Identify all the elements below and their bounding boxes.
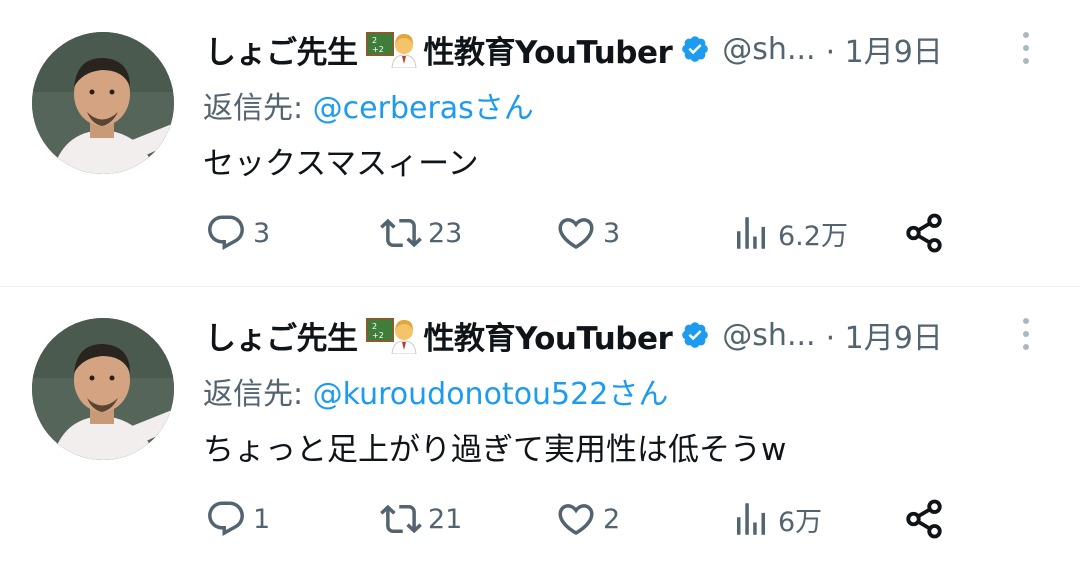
reply-prefix: 返信先:	[203, 91, 313, 126]
avatar[interactable]	[32, 318, 174, 460]
more-icon[interactable]	[1015, 28, 1037, 68]
display-name[interactable]: しょご先生	[205, 27, 358, 72]
reply-icon	[208, 501, 244, 536]
handle[interactable]: @sh...	[722, 32, 815, 67]
retweet-count: 23	[428, 217, 463, 249]
teacher-emoji-icon: 2 +2	[365, 316, 418, 355]
timestamp[interactable]: · 1月9日	[826, 27, 943, 71]
views-button[interactable]: 6.2万	[730, 213, 848, 253]
retweet-icon	[380, 504, 422, 534]
timestamp[interactable]: · 1月9日	[826, 313, 943, 357]
like-icon	[558, 218, 594, 250]
avatar[interactable]	[32, 32, 174, 174]
views-count: 6.2万	[778, 220, 848, 252]
tweet-text: セックスマスィーン	[203, 146, 479, 182]
svg-text:2: 2	[372, 322, 377, 331]
reply-count: 1	[253, 503, 271, 535]
share-icon	[906, 213, 942, 253]
reply-context: 返信先: @kuroudonotou522さん	[203, 369, 668, 413]
retweet-count: 21	[428, 503, 463, 535]
tweet-divider	[0, 286, 1080, 287]
retweet-icon	[380, 218, 422, 248]
views-button[interactable]: 6万	[730, 499, 822, 539]
svg-text:+2: +2	[372, 331, 384, 340]
tweet-header: しょご先生 2 +2 性教育YouTuber @sh... · 1月9日	[205, 312, 943, 358]
reply-context: 返信先: @cerberasさん	[203, 83, 534, 127]
retweet-button[interactable]: 21	[380, 499, 462, 539]
reply-icon	[208, 215, 244, 250]
display-name[interactable]: しょご先生	[205, 313, 358, 358]
reply-mention-link[interactable]: @kuroudonotou522さん	[313, 377, 669, 412]
profile-title[interactable]: 性教育YouTuber	[424, 27, 673, 72]
svg-text:+2: +2	[372, 45, 384, 54]
tweet-header: しょご先生 2 +2 性教育YouTuber @sh... · 1月9日	[205, 26, 943, 72]
svg-text:2: 2	[372, 36, 377, 45]
teacher-emoji-icon: 2 +2	[365, 30, 418, 69]
reply-count: 3	[253, 217, 271, 249]
tweet-text: ちょっと足上がり過ぎて実用性は低そうw	[203, 432, 787, 468]
reply-button[interactable]: 3	[205, 213, 270, 253]
verified-badge-icon	[680, 320, 710, 350]
like-count: 3	[603, 217, 621, 249]
verified-badge-icon	[680, 34, 710, 64]
views-icon	[737, 503, 765, 535]
views-icon	[737, 217, 765, 249]
reply-button[interactable]: 1	[205, 499, 270, 539]
like-button[interactable]: 3	[555, 213, 620, 253]
like-icon	[558, 504, 594, 536]
action-bar: 3 23 3 6.2万	[0, 213, 1080, 253]
retweet-button[interactable]: 23	[380, 213, 462, 253]
like-button[interactable]: 2	[555, 499, 620, 539]
views-count: 6万	[778, 506, 823, 538]
reply-prefix: 返信先:	[203, 377, 313, 412]
share-icon	[906, 499, 942, 539]
action-bar: 1 21 2 6万	[0, 499, 1080, 539]
reply-mention-link[interactable]: @cerberasさん	[313, 91, 534, 126]
handle[interactable]: @sh...	[722, 318, 815, 353]
profile-title[interactable]: 性教育YouTuber	[424, 313, 673, 358]
share-button[interactable]	[903, 499, 951, 539]
like-count: 2	[603, 503, 621, 535]
more-icon[interactable]	[1015, 314, 1037, 354]
share-button[interactable]	[903, 213, 951, 253]
